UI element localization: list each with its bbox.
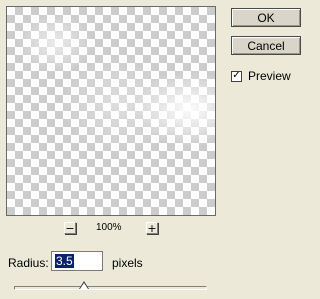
radius-label: Radius:	[8, 256, 49, 270]
minus-icon: −	[65, 221, 75, 235]
preview-label: Preview	[248, 69, 291, 83]
zoom-in-button[interactable]: +	[146, 222, 158, 234]
ok-button[interactable]: OK	[231, 8, 301, 27]
radius-units: pixels	[112, 256, 143, 270]
preview-pane[interactable]	[6, 6, 216, 216]
preview-toggle[interactable]: ✓ Preview	[231, 69, 291, 83]
zoom-out-button[interactable]: −	[64, 222, 76, 234]
checkmark-icon: ✓	[232, 70, 241, 81]
radius-value: 3.5	[55, 254, 74, 268]
slider-thumb[interactable]	[78, 281, 89, 289]
preview-image	[7, 7, 215, 215]
preview-checkbox[interactable]: ✓	[231, 70, 242, 82]
cancel-button[interactable]: Cancel	[231, 36, 301, 55]
plus-icon: +	[147, 221, 157, 235]
radius-slider[interactable]	[14, 281, 207, 290]
radius-input[interactable]: 3.5	[51, 251, 103, 271]
zoom-level: 100%	[96, 222, 122, 233]
